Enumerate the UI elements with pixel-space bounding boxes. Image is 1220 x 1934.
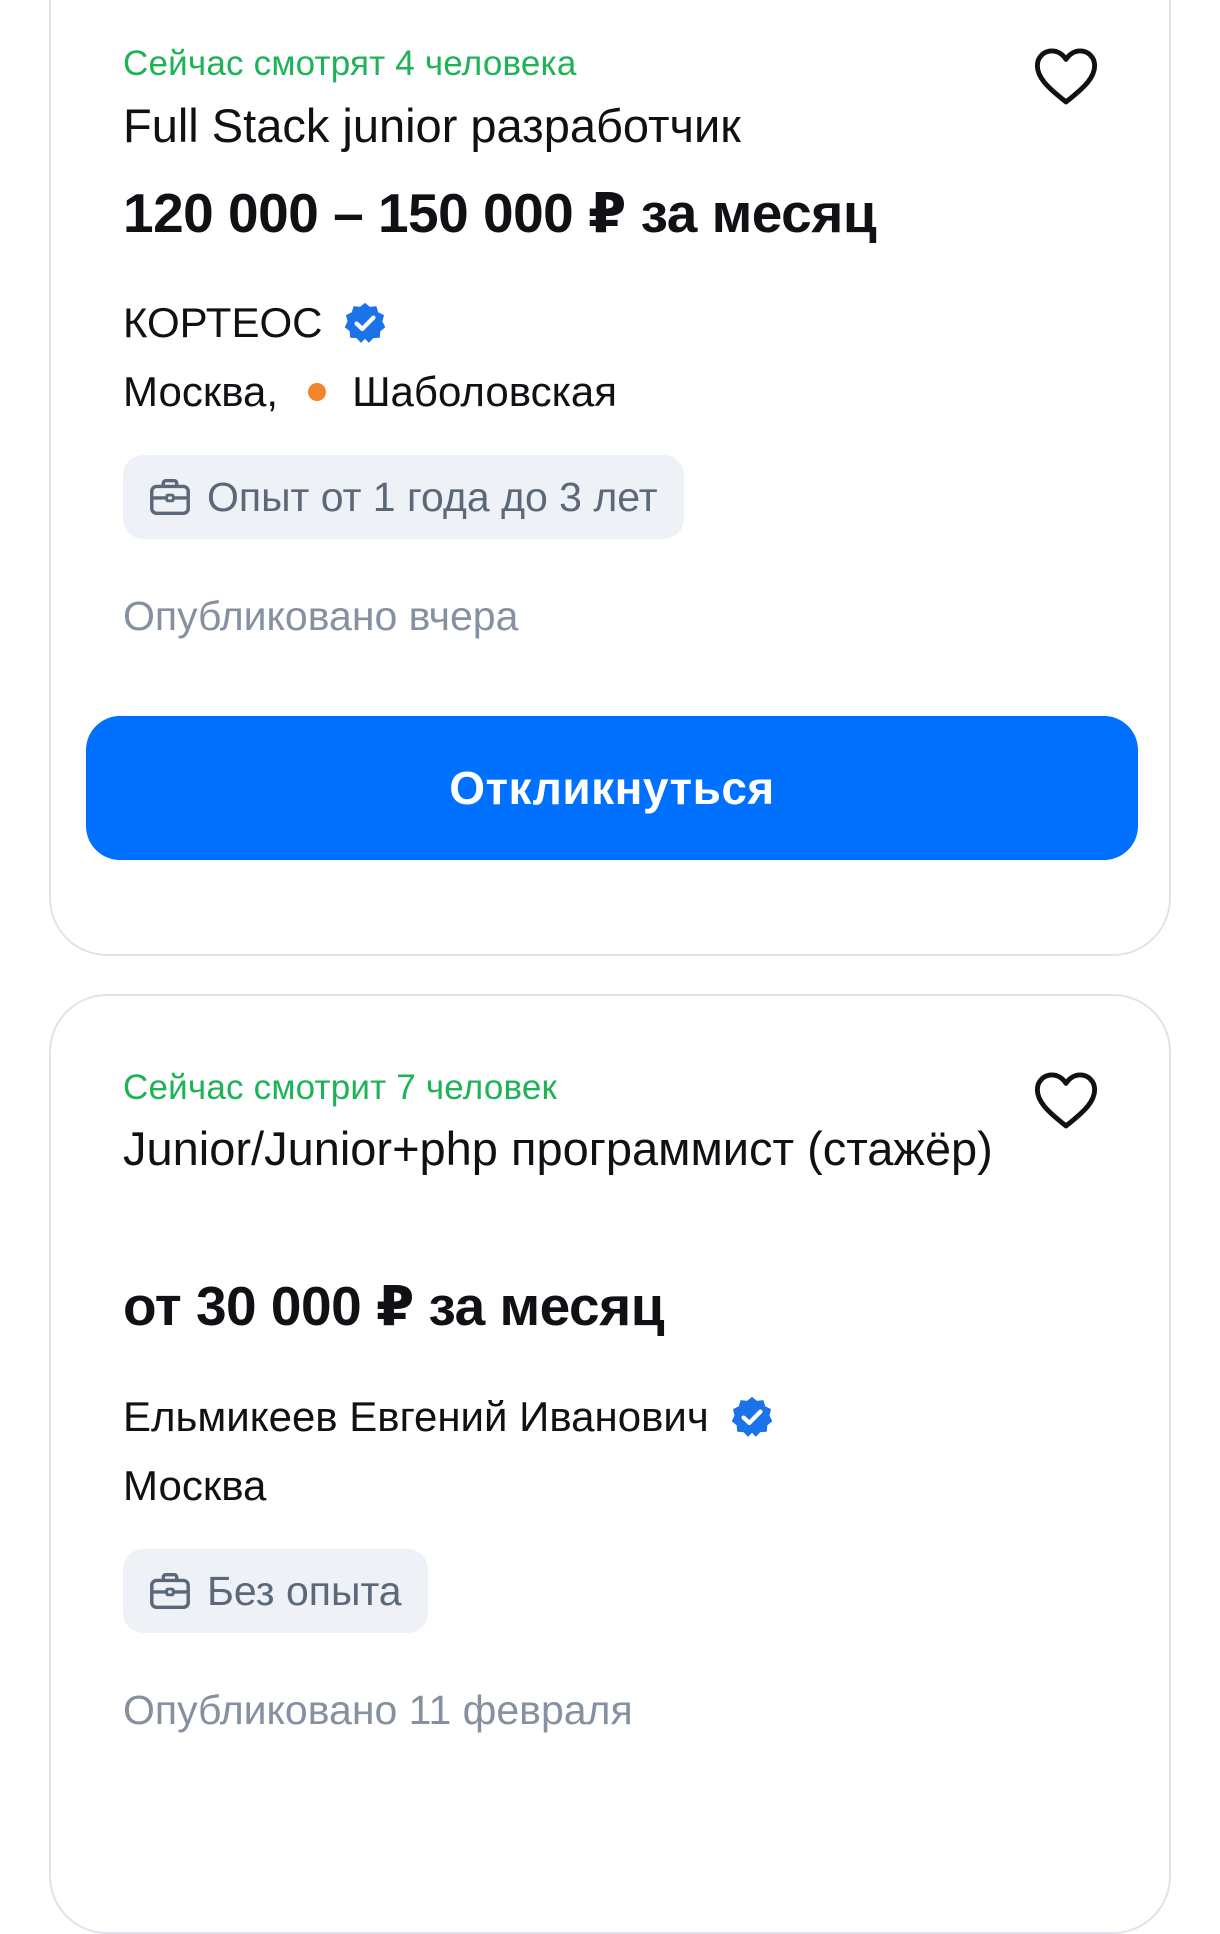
company-name[interactable]: Ельмикеев Евгений Иванович xyxy=(123,1393,709,1441)
favorite-button[interactable] xyxy=(1031,41,1101,111)
favorite-button[interactable] xyxy=(1031,1065,1101,1135)
salary: 120 000 – 150 000 ₽ за месяц xyxy=(123,182,877,244)
city: Москва xyxy=(123,1462,267,1509)
company-row: Ельмикеев Евгений Иванович xyxy=(123,1393,775,1441)
company-row: КОРТЕОС xyxy=(123,299,388,347)
heart-outline-icon xyxy=(1034,1072,1098,1129)
verified-badge-icon xyxy=(729,1394,775,1440)
experience-label: Без опыта xyxy=(207,1567,402,1614)
vacancy-title[interactable]: Junior/Junior+php программист (стажёр) xyxy=(123,1116,1003,1182)
location-row: Москва xyxy=(123,1462,266,1510)
experience-label: Опыт от 1 года до 3 лет xyxy=(207,473,658,520)
vacancy-title[interactable]: Full Stack junior разработчик xyxy=(123,93,1003,159)
experience-chip: Без опыта xyxy=(123,1549,428,1633)
vacancy-card[interactable]: Сейчас смотрят 4 человека Full Stack jun… xyxy=(49,0,1171,956)
experience-chip: Опыт от 1 года до 3 лет xyxy=(123,455,684,539)
verified-badge-icon xyxy=(342,300,388,346)
published-date: Опубликовано вчера xyxy=(123,593,519,639)
salary: от 30 000 ₽ за месяц xyxy=(123,1275,665,1337)
metro-dot-icon xyxy=(308,383,327,401)
company-name[interactable]: КОРТЕОС xyxy=(123,299,322,347)
respond-button[interactable]: Откликнуться xyxy=(86,716,1138,860)
heart-outline-icon xyxy=(1034,48,1098,105)
vacancy-card[interactable]: Сейчас смотрит 7 человек Junior/Junior+p… xyxy=(49,994,1171,1934)
briefcase-icon xyxy=(147,474,193,520)
viewers-count: Сейчас смотрит 7 человек xyxy=(123,1068,558,1107)
city: Москва, xyxy=(123,368,279,415)
location-row: Москва, Шаболовская xyxy=(123,368,617,416)
metro-station: Шаболовская xyxy=(352,368,617,415)
published-date: Опубликовано 11 февраля xyxy=(123,1687,633,1733)
briefcase-icon xyxy=(147,1568,193,1614)
viewers-count: Сейчас смотрят 4 человека xyxy=(123,44,577,83)
